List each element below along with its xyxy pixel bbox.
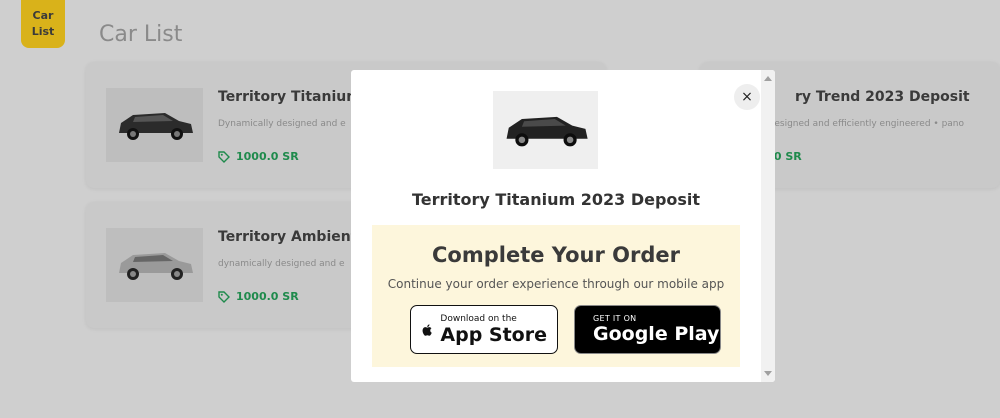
scroll-down-arrow-icon[interactable] bbox=[764, 371, 772, 376]
close-icon: × bbox=[741, 89, 753, 105]
modal-car-title: Territory Titanium 2023 Deposit bbox=[411, 190, 701, 209]
app-store-small-label: Download on the bbox=[440, 313, 517, 324]
google-play-small-label: GET IT ON bbox=[593, 314, 637, 323]
order-modal: × Territory Titanium 2023 Deposit Comple… bbox=[351, 70, 775, 382]
app-store-button[interactable]: Download on the App Store bbox=[410, 305, 558, 354]
scroll-up-arrow-icon[interactable] bbox=[764, 76, 772, 81]
apple-icon bbox=[422, 323, 432, 336]
suv-image-icon bbox=[506, 116, 588, 147]
order-title: Complete Your Order bbox=[432, 243, 680, 267]
app-store-big-label: App Store bbox=[440, 323, 547, 346]
close-button[interactable]: × bbox=[734, 84, 760, 110]
google-play-big-label: Google Play bbox=[593, 323, 720, 345]
order-subtitle: Continue your order experience through o… bbox=[387, 277, 725, 291]
modal-car-image bbox=[493, 91, 598, 169]
modal-scrollbar[interactable] bbox=[761, 70, 775, 382]
google-play-button[interactable]: GET IT ON Google Play bbox=[574, 305, 721, 354]
complete-order-panel: Complete Your Order Continue your order … bbox=[372, 225, 740, 367]
